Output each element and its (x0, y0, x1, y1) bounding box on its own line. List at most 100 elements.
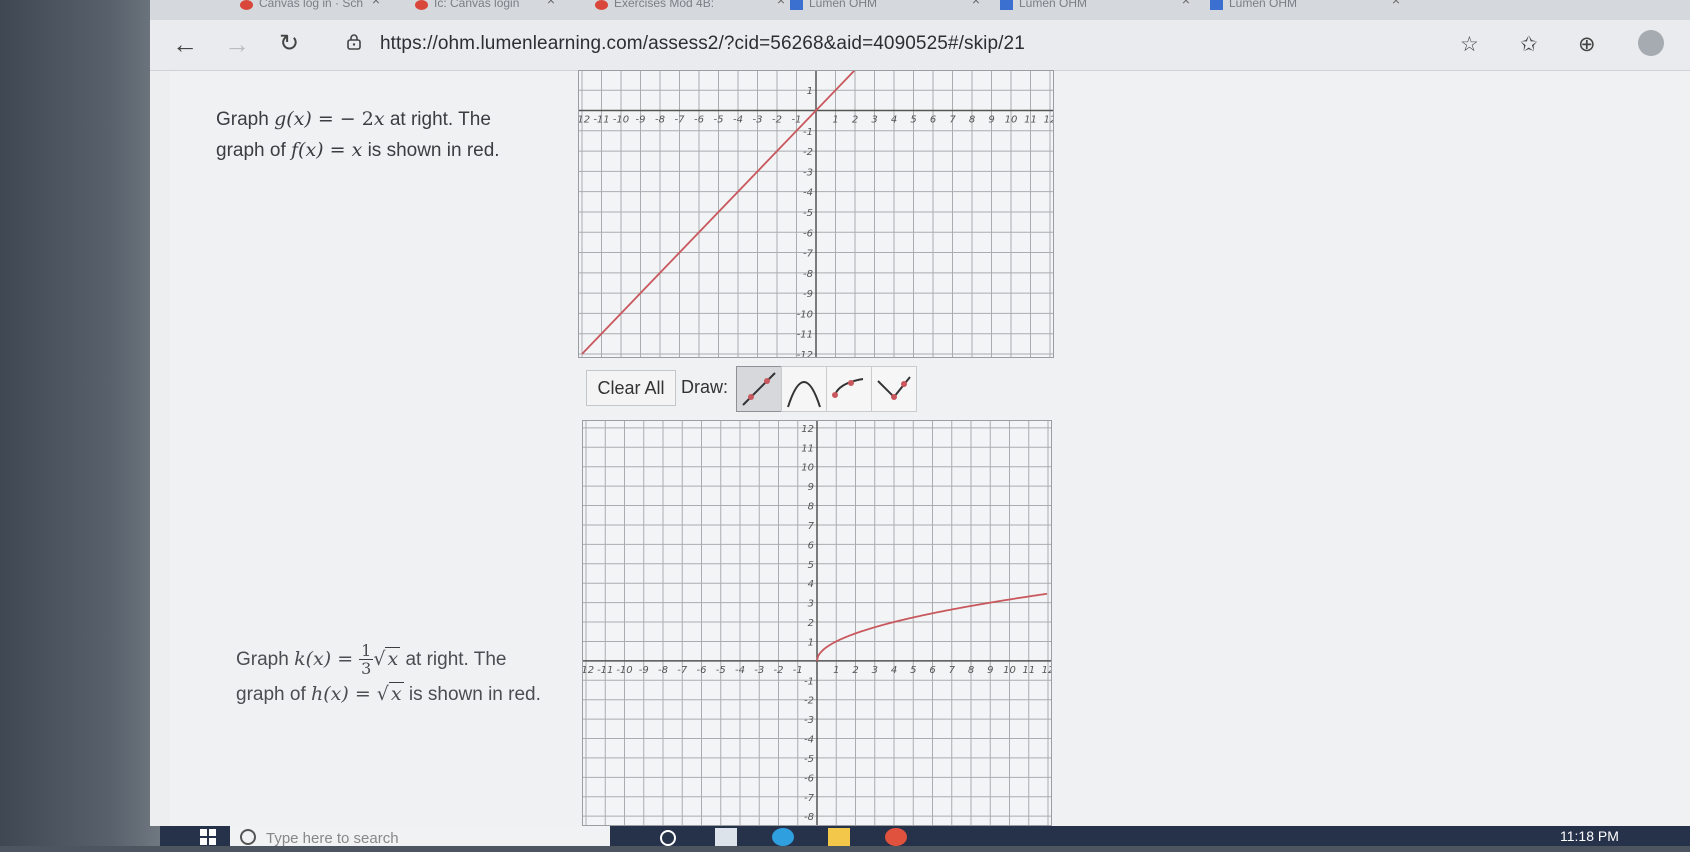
x-tick-label: 1 (833, 665, 839, 676)
y-tick-label: -8 (803, 269, 813, 280)
x-tick-label: -8 (655, 115, 665, 126)
tab-4[interactable]: Lumen OHM × (790, 0, 980, 20)
math-equals: = (348, 683, 377, 705)
math-equals: = (331, 648, 360, 670)
y-tick-label: 3 (808, 599, 814, 610)
fraction-denominator: 3 (361, 659, 372, 679)
prompt-text: Graph (236, 649, 295, 670)
sqrt-tool-button[interactable] (826, 366, 872, 412)
graph-1-canvas[interactable]: -12-11-10-9-8-7-6-5-4-3-2-11234567891011… (578, 70, 1054, 358)
abs-value-tool-icon (877, 376, 911, 400)
x-tick-label: 4 (891, 665, 897, 676)
y-tick-label: 4 (808, 579, 814, 590)
x-tick-label: 10 (1005, 115, 1018, 126)
monitor-bezel (0, 0, 160, 846)
x-tick-label: -1 (792, 115, 802, 126)
y-tick-label: -6 (804, 773, 814, 784)
line-tool-button[interactable] (736, 366, 782, 412)
abs-value-tool-button[interactable] (871, 366, 917, 412)
close-icon[interactable]: × (1392, 0, 1400, 7)
forward-icon[interactable]: → (220, 28, 254, 62)
x-tick-label: -10 (613, 115, 629, 126)
close-icon[interactable]: × (1182, 0, 1190, 7)
tab-title: Ic: Canvas login (434, 0, 520, 10)
x-tick-label: 7 (949, 115, 956, 126)
x-tick-label: -6 (694, 115, 704, 126)
collections-icon[interactable]: ⊕ (1578, 32, 1596, 57)
x-tick-label: 6 (929, 665, 935, 676)
taskbar-search-input[interactable]: Type here to search (230, 826, 610, 847)
x-tick-label: -4 (735, 665, 745, 676)
x-tick-label: 5 (910, 665, 916, 676)
tab-5[interactable]: Lumen OHM × (1000, 0, 1190, 20)
tab-3[interactable]: Exercises Mod 4B: × (595, 0, 785, 20)
clear-all-button[interactable]: Clear All (586, 370, 676, 406)
tab-strip: Canvas log in · Sch × Ic: Canvas login × E… (150, 0, 1690, 20)
reload-icon[interactable]: ↻ (272, 28, 306, 62)
x-tick-label: -3 (754, 665, 764, 676)
math-variable: x (351, 139, 363, 161)
x-tick-label: 9 (987, 665, 993, 676)
math-equals: = (323, 139, 352, 161)
y-tick-label: -2 (804, 696, 814, 707)
y-tick-label: 7 (808, 521, 815, 532)
y-tick-label: -5 (803, 208, 813, 219)
y-tick-label: -9 (803, 289, 813, 300)
question-2-line-2: graph of h(x) = √ x is shown in red. (236, 679, 541, 710)
windows-taskbar: Type here to search 11:18 PM (160, 826, 1690, 847)
y-tick-label: 9 (808, 482, 814, 493)
x-tick-label: -12 (578, 115, 590, 126)
x-tick-label: -10 (616, 665, 632, 676)
math-fraction: 13 (359, 642, 374, 679)
y-tick-label: -12 (797, 350, 813, 358)
prompt-text: at right. The (400, 649, 507, 670)
y-tick-label: 1 (808, 637, 814, 648)
y-tick-label: -7 (803, 249, 814, 260)
x-tick-label: 11 (1024, 115, 1037, 126)
y-tick-label: 8 (808, 502, 814, 513)
tab-1[interactable]: Canvas log in · Sch × (240, 0, 380, 20)
x-tick-label: 12 (1044, 115, 1054, 126)
math-function: f(x) (291, 139, 324, 161)
math-sqrt: √ x (377, 682, 404, 705)
app-icon[interactable] (715, 828, 737, 846)
favicon-icon (790, 0, 803, 10)
add-favorite-icon[interactable]: ☆ (1460, 32, 1479, 57)
graph-2-canvas[interactable]: -12-11-10-9-8-7-6-5-4-3-2-11234567891011… (582, 420, 1052, 826)
lock-icon[interactable] (346, 34, 362, 50)
y-tick-label: -4 (803, 188, 813, 199)
chrome-icon[interactable] (885, 828, 907, 846)
parabola-tool-button[interactable] (781, 366, 827, 412)
x-tick-label: 5 (910, 115, 916, 126)
draw-label: Draw: (681, 377, 729, 397)
profile-avatar[interactable] (1638, 30, 1664, 56)
y-tick-label: 5 (808, 560, 814, 571)
close-icon[interactable]: × (972, 0, 980, 7)
tab-title: Exercises Mod 4B: (614, 0, 715, 10)
windows-start-icon[interactable] (200, 829, 216, 845)
prompt-text: is shown in red. (403, 684, 541, 705)
file-explorer-icon[interactable] (828, 828, 850, 846)
taskbar-clock: 11:18 PM (1560, 828, 1619, 844)
favicon-icon (1000, 0, 1013, 10)
close-icon[interactable]: × (372, 0, 380, 7)
tab-6[interactable]: Lumen OHM × (1210, 0, 1400, 20)
favorites-icon[interactable]: ✩ (1520, 32, 1538, 57)
math-function: h(x) (311, 683, 349, 705)
x-tick-label: -9 (636, 115, 646, 126)
x-tick-label: 9 (988, 115, 994, 126)
x-tick-label: -12 (582, 665, 594, 676)
address-bar[interactable]: https://ohm.lumenlearning.com/assess2/?c… (380, 33, 1025, 55)
edge-icon[interactable] (772, 828, 794, 846)
back-icon[interactable]: ← (168, 28, 202, 62)
y-tick-label: -2 (803, 147, 813, 158)
close-icon[interactable]: × (777, 0, 785, 7)
x-tick-label: -11 (593, 115, 609, 126)
close-icon[interactable]: × (547, 0, 555, 7)
sqrt-tool-icon (832, 378, 864, 398)
tab-2[interactable]: Ic: Canvas login × (415, 0, 555, 20)
prompt-text: Graph (216, 109, 275, 130)
x-tick-label: -5 (714, 115, 724, 126)
x-tick-label: 3 (872, 665, 878, 676)
task-view-icon[interactable] (660, 830, 676, 846)
